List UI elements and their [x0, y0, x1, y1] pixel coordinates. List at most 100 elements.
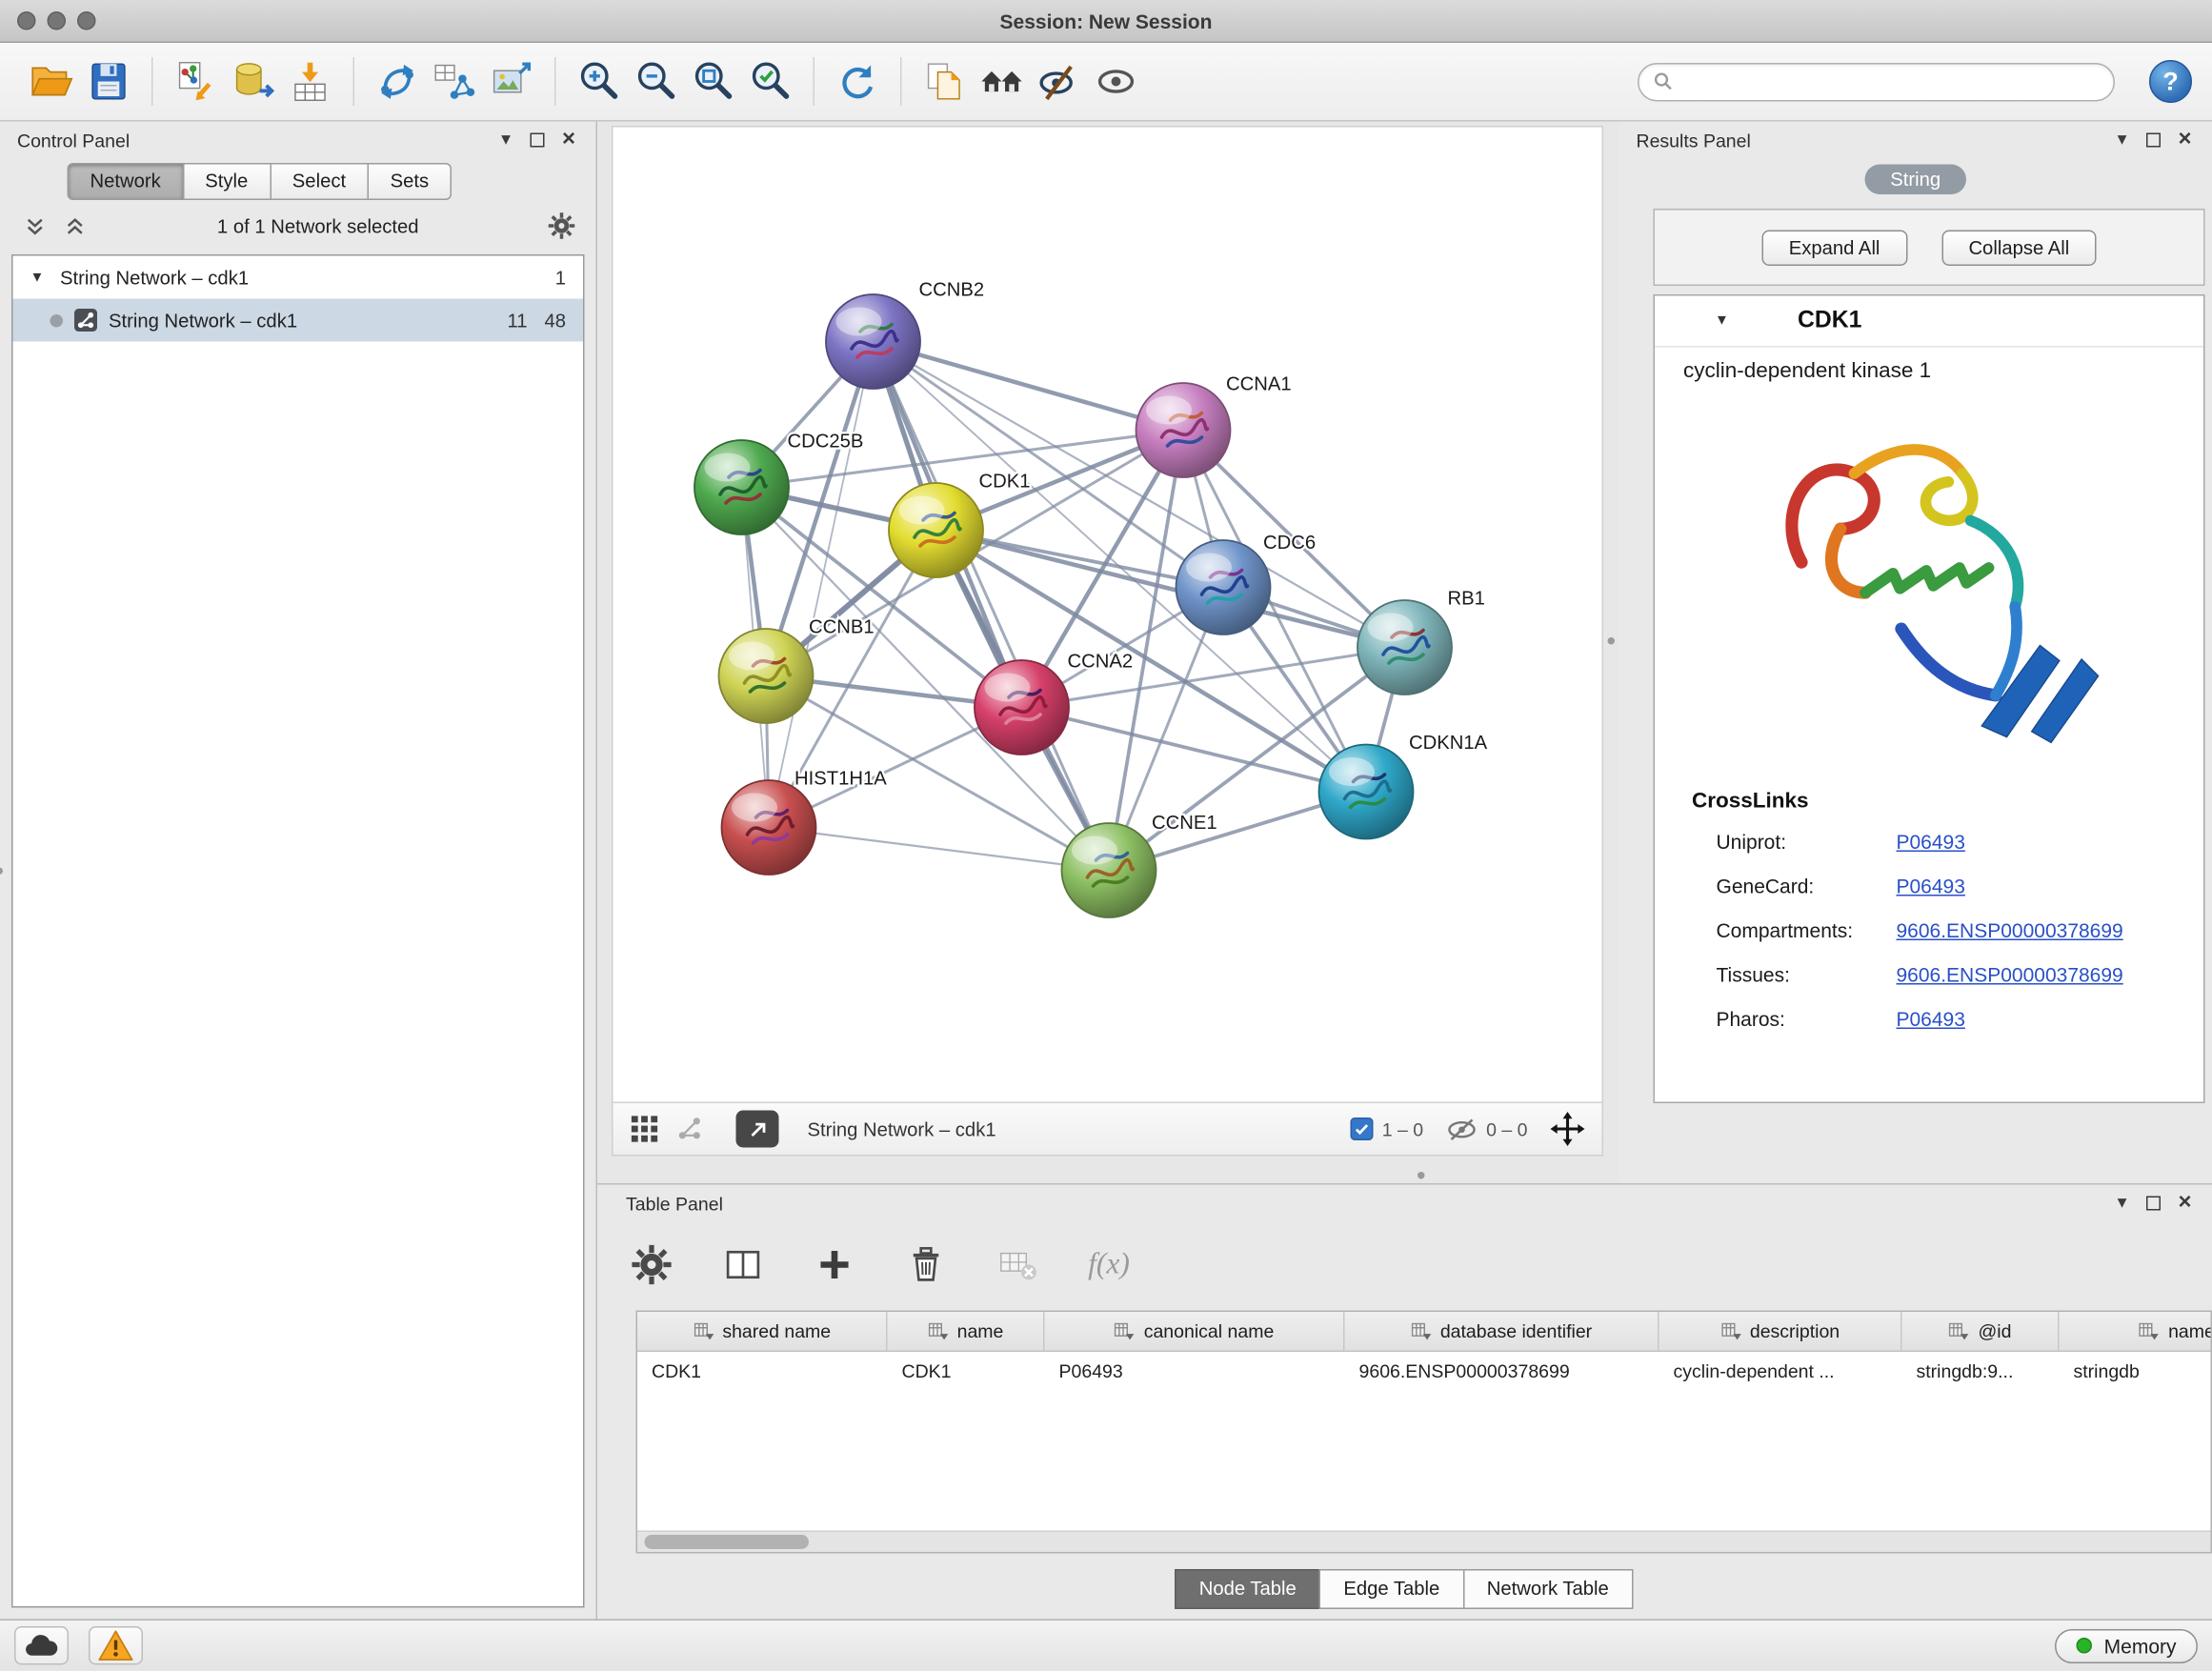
table-import-icon[interactable]	[282, 53, 339, 111]
tab-select[interactable]: Select	[270, 163, 369, 200]
refresh-icon[interactable]	[829, 53, 886, 111]
collection-disclosure-icon[interactable]: ▼	[30, 270, 50, 286]
zoom-in-icon[interactable]	[571, 53, 628, 111]
pan-crosshair-icon[interactable]	[1551, 1112, 1585, 1146]
horizontal-splitter-handle[interactable]	[1418, 1172, 1425, 1179]
control-panel-close-icon[interactable]: ×	[553, 126, 585, 154]
tab-sets[interactable]: Sets	[368, 163, 452, 200]
results-panel-close-icon[interactable]: ×	[2169, 126, 2201, 154]
crosslink-value-link[interactable]: P06493	[1897, 1007, 1965, 1030]
hscrollbar-thumb[interactable]	[645, 1536, 810, 1550]
search-input[interactable]	[1683, 70, 2100, 92]
delete-column-icon[interactable]	[992, 1238, 1043, 1290]
crosslink-value-link[interactable]: P06493	[1897, 830, 1965, 853]
table-panel-close-icon[interactable]: ×	[2169, 1189, 2201, 1218]
image-export-icon[interactable]	[483, 53, 540, 111]
network-canvas[interactable]: CCNB2CCNA1CDC25BCDK1CDC6RB1CCNB1CCNA2CDK…	[613, 128, 1605, 1105]
edge-HIST1H1A-CCNE1[interactable]	[769, 828, 1109, 871]
string-results-tab[interactable]: String	[1864, 165, 1966, 195]
node-CCNB2[interactable]: CCNB2	[826, 280, 984, 390]
memory-button[interactable]: Memory	[2056, 1629, 2198, 1663]
selected-checkbox-icon[interactable]	[1351, 1117, 1374, 1140]
tab-network-table[interactable]: Network Table	[1462, 1570, 1633, 1610]
network-import-icon[interactable]	[168, 53, 225, 111]
minimize-window-icon[interactable]	[48, 11, 67, 30]
table-panel-float-icon[interactable]	[2138, 1189, 2169, 1218]
table-panel-collapse-icon[interactable]: ▼	[2106, 1189, 2138, 1218]
tab-edge-table[interactable]: Edge Table	[1319, 1570, 1464, 1610]
folder-open-icon[interactable]	[23, 53, 80, 111]
network-collection-row[interactable]: ▼ String Network – cdk1 1	[13, 256, 584, 299]
database-import-icon[interactable]	[225, 53, 282, 111]
zoom-fit-icon[interactable]	[685, 53, 742, 111]
table-hscrollbar[interactable]	[637, 1531, 2211, 1553]
cloud-button[interactable]	[14, 1627, 69, 1666]
results-panel-float-icon[interactable]	[2138, 126, 2169, 154]
expand-all-networks-icon[interactable]	[20, 211, 49, 240]
crosslink-value-link[interactable]: P06493	[1897, 874, 1965, 896]
hidden-eye-icon[interactable]	[1446, 1117, 1478, 1141]
results-panel-collapse-icon[interactable]: ▼	[2106, 126, 2138, 154]
column-header-database-identifier[interactable]: database identifier	[1345, 1312, 1659, 1351]
vertical-splitter-handle[interactable]	[1608, 637, 1616, 645]
node-CCNA2[interactable]: CCNA2	[975, 652, 1133, 755]
column-header-description[interactable]: description	[1659, 1312, 1902, 1351]
close-window-icon[interactable]	[17, 11, 36, 30]
edge-CCNB2-CCNA1[interactable]	[874, 342, 1184, 431]
node-CDK1[interactable]: CDK1	[889, 472, 1031, 577]
edge-CDK1-RB1[interactable]	[936, 531, 1405, 648]
copy-paste-icon[interactable]	[916, 53, 974, 111]
trash-icon[interactable]	[900, 1238, 952, 1290]
expand-all-button[interactable]: Expand All	[1761, 230, 1907, 266]
share-network-icon[interactable]	[676, 1115, 705, 1143]
eye-icon[interactable]	[1088, 53, 1145, 111]
table-cell[interactable]: stringdb	[2060, 1352, 2212, 1392]
column-header-name[interactable]: name	[888, 1312, 1045, 1351]
table-row[interactable]: CDK1CDK1P064939606.ENSP00000378699cyclin…	[637, 1352, 2212, 1392]
floppy-save-icon[interactable]	[80, 53, 137, 111]
birds-eye-grid-icon[interactable]	[631, 1115, 659, 1143]
network-share-icon[interactable]	[369, 53, 426, 111]
crosslink-value-link[interactable]: 9606.ENSP00000378699	[1897, 962, 2123, 985]
zoom-out-icon[interactable]	[628, 53, 685, 111]
node-CCNA1[interactable]: CCNA1	[1136, 374, 1292, 477]
function-icon[interactable]: f(x)	[1083, 1238, 1135, 1290]
table-cell[interactable]: 9606.ENSP00000378699	[1345, 1352, 1659, 1392]
control-panel-float-icon[interactable]	[522, 126, 553, 154]
tab-style[interactable]: Style	[182, 163, 271, 200]
collapse-all-networks-icon[interactable]	[60, 211, 89, 240]
protein-card-header[interactable]: ▼ CDK1	[1655, 296, 2203, 348]
add-row-icon[interactable]	[809, 1238, 860, 1290]
maximize-window-icon[interactable]	[77, 11, 96, 30]
node-HIST1H1A[interactable]: HIST1H1A	[722, 769, 888, 876]
table-cell[interactable]: stringdb:9...	[1902, 1352, 2060, 1392]
split-columns-icon[interactable]	[717, 1238, 769, 1290]
node-CCNB1[interactable]: CCNB1	[719, 617, 875, 724]
node-RB1[interactable]: RB1	[1357, 589, 1485, 695]
zoom-selected-icon[interactable]	[742, 53, 799, 111]
table-cell[interactable]: CDK1	[637, 1352, 888, 1392]
search-box[interactable]	[1638, 62, 2115, 101]
collapse-all-button[interactable]: Collapse All	[1941, 230, 2097, 266]
column-header-shared-name[interactable]: shared name	[637, 1312, 888, 1351]
network-row[interactable]: String Network – cdk1 11 48	[13, 299, 584, 342]
control-panel-collapse-icon[interactable]: ▼	[491, 126, 522, 154]
network-table-icon[interactable]	[426, 53, 483, 111]
tab-network[interactable]: Network	[68, 163, 184, 200]
edge-CCNB2-CCNE1[interactable]	[874, 342, 1110, 871]
table-cell[interactable]: CDK1	[888, 1352, 1045, 1392]
table-cell[interactable]: P06493	[1045, 1352, 1345, 1392]
network-options-gear-icon[interactable]	[548, 211, 576, 240]
tab-node-table[interactable]: Node Table	[1175, 1570, 1320, 1610]
column-header-canonical-name[interactable]: canonical name	[1045, 1312, 1345, 1351]
warnings-button[interactable]	[89, 1627, 143, 1666]
eye-pen-icon[interactable]	[1031, 53, 1088, 111]
table-cell[interactable]: cyclin-dependent ...	[1659, 1352, 1902, 1392]
gear-icon[interactable]	[626, 1238, 677, 1290]
edge-CCNB2-HIST1H1A[interactable]	[769, 342, 874, 828]
open-in-new-window-icon[interactable]	[736, 1111, 779, 1148]
help-button[interactable]: ?	[2149, 60, 2192, 103]
network-view[interactable]: CCNB2CCNA1CDC25BCDK1CDC6RB1CCNB1CCNA2CDK…	[612, 126, 1603, 1157]
column-header-namespace[interactable]: namespace	[2060, 1312, 2212, 1351]
column-header--id[interactable]: @id	[1902, 1312, 2060, 1351]
